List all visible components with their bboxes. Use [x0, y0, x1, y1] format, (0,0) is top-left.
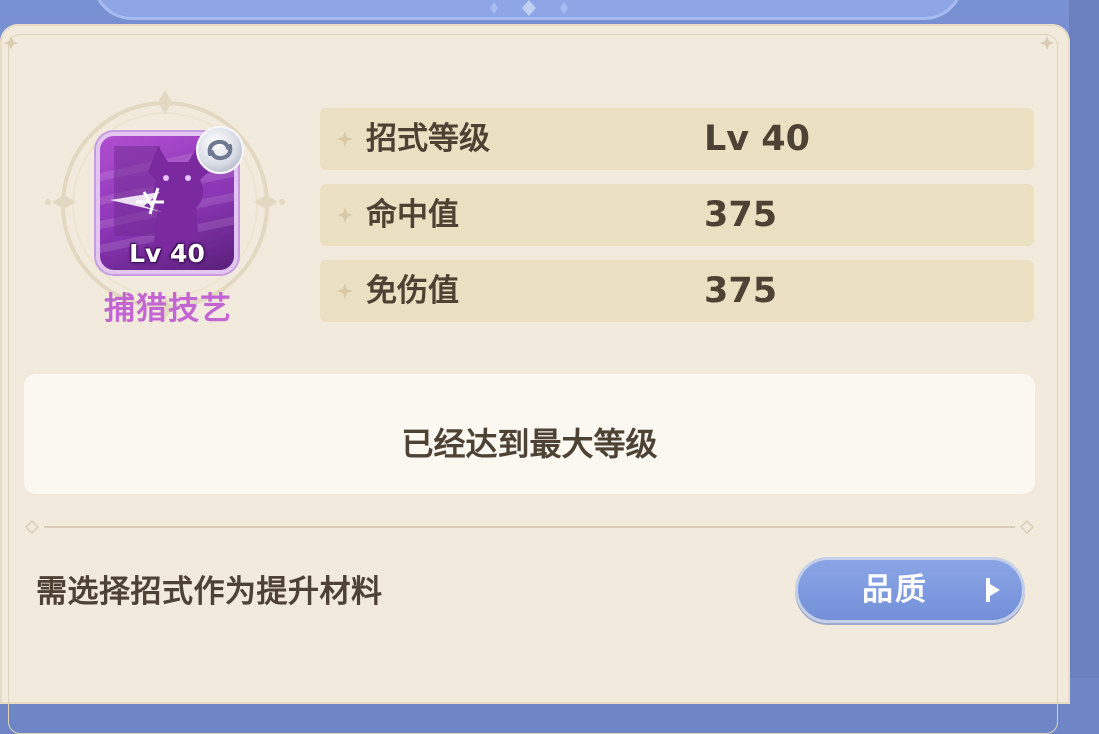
requirement-text: 需选择招式作为提升材料: [36, 574, 383, 610]
stat-label: 招式等级: [366, 121, 490, 157]
quality-sort-button[interactable]: 品质: [795, 557, 1025, 623]
sparkle-icon: [337, 283, 353, 299]
skill-name: 捕猎技艺: [104, 291, 232, 327]
max-level-box: 已经达到最大等级: [24, 374, 1035, 494]
sparkle-icon: [337, 207, 353, 223]
stat-label: 命中值: [366, 197, 459, 233]
section-divider: [24, 519, 1035, 535]
stat-value: 375: [704, 195, 778, 235]
sparkle-icon: [337, 131, 353, 147]
window-frame: Lv 40 捕猎技艺 招式等级 Lv 40 命中值 375 免伤值 375 已经…: [0, 0, 1099, 734]
quality-ring-icon: [207, 139, 233, 161]
stat-row-damage-reduction: 免伤值 375: [320, 260, 1034, 322]
stat-value: 375: [704, 271, 778, 311]
quality-badge: [196, 126, 244, 174]
stat-label: 免伤值: [366, 273, 459, 309]
skill-level-label: Lv 40: [129, 239, 205, 268]
stat-row-level: 招式等级 Lv 40: [320, 108, 1034, 170]
stat-value: Lv 40: [704, 119, 811, 159]
corner-sparkle-icon: [1040, 36, 1054, 50]
right-rail: [1069, 0, 1099, 678]
stat-row-hit: 命中值 375: [320, 184, 1034, 246]
max-level-message: 已经达到最大等级: [401, 425, 658, 463]
sort-triangle-icon: [986, 578, 1000, 602]
top-ornament-icon: [490, 0, 568, 16]
quality-button-label: 品质: [862, 572, 928, 608]
corner-sparkle-icon: [4, 36, 18, 50]
